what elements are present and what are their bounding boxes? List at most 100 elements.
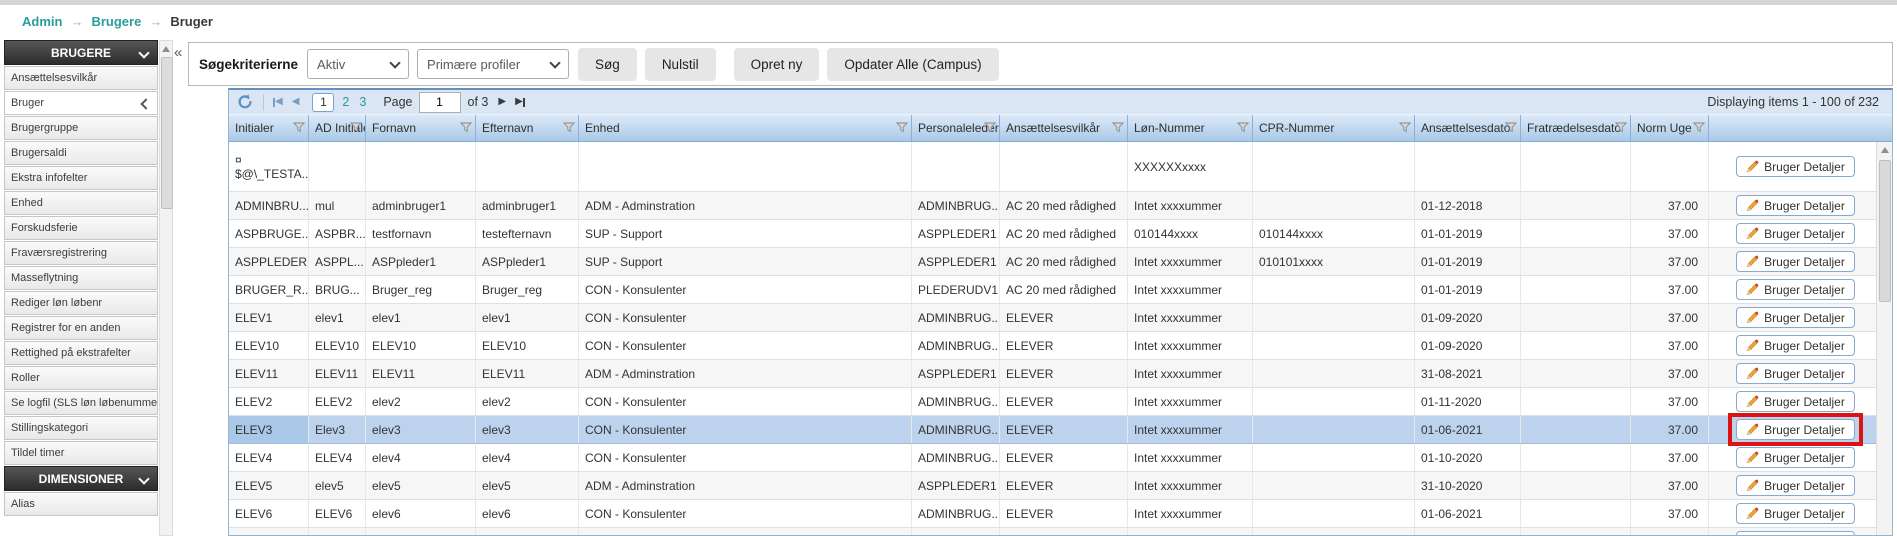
sidebar-item-ans-ttelsesvilk-r[interactable]: Ansættelsesvilkår [4, 66, 158, 90]
bruger-detaljer-button[interactable]: Bruger Detaljer [1736, 335, 1855, 356]
table-row[interactable]: ELEV5elev5elev5elev5ADM - AdminstrationA… [229, 472, 1892, 500]
table-cell: XXXXXXxxxx [1128, 142, 1253, 191]
table-row[interactable]: ELEV2ELEV2elev2elev2CON - KonsulenterADM… [229, 388, 1892, 416]
bruger-detaljer-button[interactable]: Bruger Detaljer [1736, 363, 1855, 384]
table-row[interactable]: ELEV6ELEV6elev6elev6CON - KonsulenterADM… [229, 500, 1892, 528]
scroll-up-icon[interactable] [1881, 147, 1889, 153]
table-row[interactable]: ELEV10ELEV10ELEV10ELEV10CON - Konsulente… [229, 332, 1892, 360]
bruger-detaljer-button[interactable]: Bruger Detaljer [1736, 503, 1855, 524]
bruger-detaljer-button[interactable]: Bruger Detaljer [1736, 156, 1855, 177]
profile-filter-select[interactable]: Primære profiler [417, 49, 569, 79]
page-link-2[interactable]: 2 [342, 95, 349, 109]
bruger-detaljer-button[interactable]: Bruger Detaljer [1736, 447, 1855, 468]
column-header-norm-uge[interactable]: Norm Uge [1631, 115, 1709, 141]
column-header-ans-ttelsesvilk-r[interactable]: Ansættelsesvilkår [1000, 115, 1128, 141]
sidebar-scrollbar-thumb[interactable] [161, 57, 173, 209]
scroll-up-icon[interactable] [162, 46, 170, 52]
table-row[interactable]: BRUGER_R...BRUG...Bruger_regBruger_regCO… [229, 276, 1892, 304]
column-header-efternavn[interactable]: Efternavn [476, 115, 579, 141]
sidebar-item-frav-rsregistrering[interactable]: Fraværsregistrering [4, 241, 158, 265]
table-row[interactable]: ELEV4ELEV4elev4elev4CON - KonsulenterADM… [229, 444, 1892, 472]
sidebar-item-rettighed-p-ekstrafelter[interactable]: Rettighed på ekstrafelter [4, 341, 158, 365]
column-header-personaleleder[interactable]: Personaleleder [912, 115, 1000, 141]
filter-icon[interactable] [293, 122, 305, 133]
sidebar-item-tildel-timer[interactable]: Tildel timer [4, 441, 158, 465]
current-page-indicator[interactable]: 1 [312, 93, 334, 112]
column-header-ans-ttelsesdato[interactable]: Ansættelsesdato [1415, 115, 1521, 141]
sidebar-item-stillingskategori[interactable]: Stillingskategori [4, 416, 158, 440]
table-row[interactable]: ELEV7ELEV7ELEV7ELEV7CON - KonsulenterADM… [229, 528, 1892, 535]
sidebar-item-bruger[interactable]: Bruger [4, 91, 158, 115]
filter-icon[interactable] [984, 122, 996, 133]
filter-icon[interactable] [1505, 122, 1517, 133]
sidebar-scrollbar[interactable] [159, 40, 173, 536]
table-row[interactable]: ELEV1elev1elev1elev1CON - KonsulenterADM… [229, 304, 1892, 332]
sidebar-section-brugere[interactable]: BRUGERE [4, 40, 158, 65]
table-row[interactable]: ELEV3Elev3elev3elev3CON - KonsulenterADM… [229, 416, 1892, 444]
bruger-detaljer-button[interactable]: Bruger Detaljer [1736, 223, 1855, 244]
grid-scrollbar[interactable] [1876, 142, 1892, 535]
sidebar-item-brugersaldi[interactable]: Brugersaldi [4, 141, 158, 165]
column-header-ad-initialer[interactable]: AD Initialer [309, 115, 366, 141]
column-header-fratr-delsesdato[interactable]: Fratrædelsesdato [1521, 115, 1631, 141]
table-row[interactable]: ¤ $@\_TESTA...XXXXXXxxxx Bruger Detaljer [229, 142, 1892, 192]
bruger-detaljer-button[interactable]: Bruger Detaljer [1736, 419, 1855, 440]
sidebar-item-alias[interactable]: Alias [4, 492, 158, 516]
table-row[interactable]: ELEV11ELEV11ELEV11ELEV11ADM - Adminstrat… [229, 360, 1892, 388]
table-cell: Intet xxxxummer [1128, 416, 1253, 443]
sidebar-item-masseflytning[interactable]: Masseflytning [4, 266, 158, 290]
bruger-detaljer-button[interactable]: Bruger Detaljer [1736, 531, 1855, 535]
table-row[interactable]: ASPPLEDER1ASPPL...ASPpleder1ASPpleder1SU… [229, 248, 1892, 276]
next-page-button[interactable]: ▶ [498, 97, 506, 107]
filter-icon[interactable] [460, 122, 472, 133]
opdater-alle-campus-button[interactable]: Opdater Alle (Campus) [827, 48, 998, 81]
bruger-detaljer-button[interactable]: Bruger Detaljer [1736, 195, 1855, 216]
previous-page-button[interactable]: ◀ [292, 97, 300, 107]
filter-icon[interactable] [1112, 122, 1124, 133]
sidebar-item-registrer-for-en-anden[interactable]: Registrer for en anden [4, 316, 158, 340]
breadcrumb-item-admin[interactable]: Admin [22, 14, 62, 29]
last-page-button[interactable]: ▶ [515, 97, 525, 107]
sidebar-item-ekstra-infofelter[interactable]: Ekstra infofelter [4, 166, 158, 190]
nulstil-button[interactable]: Nulstil [645, 48, 716, 81]
sidebar-item-forskudsferie[interactable]: Forskudsferie [4, 216, 158, 240]
sidebar-item-se-logfil-sls-l-n-l-benummer[interactable]: Se logfil (SLS løn løbenummer) [4, 391, 158, 415]
filter-icon[interactable] [1615, 122, 1627, 133]
table-row[interactable]: ASPBRUGE...ASPBR...testfornavntesteftern… [229, 220, 1892, 248]
bruger-detaljer-button[interactable]: Bruger Detaljer [1736, 251, 1855, 272]
column-header-cpr-nummer[interactable]: CPR-Nummer [1253, 115, 1415, 141]
sidebar-item-roller[interactable]: Roller [4, 366, 158, 390]
sidebar-item-label: Forskudsferie [11, 222, 78, 234]
bruger-detaljer-button[interactable]: Bruger Detaljer [1736, 307, 1855, 328]
page-link-3[interactable]: 3 [359, 95, 366, 109]
breadcrumb-item-brugere[interactable]: Brugere [91, 14, 141, 29]
table-cell: ADMINBRUG... [912, 388, 1000, 415]
status-filter-select[interactable]: Aktiv [307, 49, 409, 79]
filter-icon[interactable] [1237, 122, 1249, 133]
sidebar-collapse-icon[interactable]: « [174, 44, 182, 61]
sidebar-item-rediger-l-n-l-benr[interactable]: Rediger løn løbenr [4, 291, 158, 315]
table-row[interactable]: ADMINBRU...muladminbruger1adminbruger1AD… [229, 192, 1892, 220]
column-header-enhed[interactable]: Enhed [579, 115, 912, 141]
table-cell [1521, 360, 1631, 387]
bruger-detaljer-button[interactable]: Bruger Detaljer [1736, 279, 1855, 300]
column-header-l-n-nummer[interactable]: Løn-Nummer [1128, 115, 1253, 141]
opret-ny-button[interactable]: Opret ny [734, 48, 820, 81]
sidebar-item-enhed[interactable]: Enhed [4, 191, 158, 215]
sidebar-item-brugergruppe[interactable]: Brugergruppe [4, 116, 158, 140]
bruger-detaljer-button[interactable]: Bruger Detaljer [1736, 475, 1855, 496]
filter-icon[interactable] [1693, 122, 1705, 133]
bruger-detaljer-button[interactable]: Bruger Detaljer [1736, 391, 1855, 412]
filter-icon[interactable] [1399, 122, 1411, 133]
filter-icon[interactable] [896, 122, 908, 133]
filter-icon[interactable] [563, 122, 575, 133]
filter-icon[interactable] [350, 122, 362, 133]
first-page-button[interactable]: ◀ [273, 97, 283, 107]
page-number-input[interactable] [419, 92, 461, 113]
s-g-button[interactable]: Søg [578, 48, 637, 81]
refresh-icon[interactable] [236, 93, 254, 111]
column-header-fornavn[interactable]: Fornavn [366, 115, 476, 141]
column-header-initialer[interactable]: Initialer [229, 115, 309, 141]
sidebar-section-dimensioner[interactable]: DIMENSIONER [4, 466, 158, 491]
grid-scrollbar-thumb[interactable] [1879, 160, 1891, 302]
